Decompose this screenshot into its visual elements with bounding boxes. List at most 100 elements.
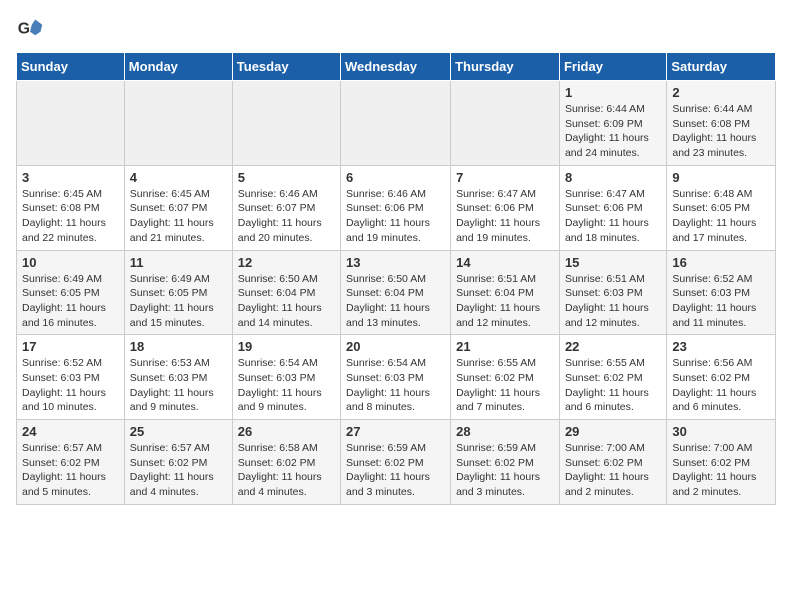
- day-number: 27: [346, 424, 445, 439]
- day-info: Sunrise: 6:52 AM Sunset: 6:03 PM Dayligh…: [672, 272, 770, 331]
- calendar-header-friday: Friday: [559, 53, 666, 81]
- day-number: 28: [456, 424, 554, 439]
- calendar-cell: 19 Sunrise: 6:54 AM Sunset: 6:03 PM Dayli…: [232, 335, 340, 420]
- calendar-cell: 9 Sunrise: 6:48 AM Sunset: 6:05 PM Daylig…: [667, 165, 776, 250]
- calendar-cell: 4 Sunrise: 6:45 AM Sunset: 6:07 PM Daylig…: [124, 165, 232, 250]
- day-info: Sunrise: 6:49 AM Sunset: 6:05 PM Dayligh…: [22, 272, 119, 331]
- logo: G: [16, 16, 48, 44]
- calendar-cell: 13 Sunrise: 6:50 AM Sunset: 6:04 PM Dayli…: [341, 250, 451, 335]
- day-info: Sunrise: 6:44 AM Sunset: 6:09 PM Dayligh…: [565, 102, 661, 161]
- day-info: Sunrise: 6:51 AM Sunset: 6:04 PM Dayligh…: [456, 272, 554, 331]
- day-number: 24: [22, 424, 119, 439]
- calendar-cell: 12 Sunrise: 6:50 AM Sunset: 6:04 PM Dayli…: [232, 250, 340, 335]
- day-info: Sunrise: 6:50 AM Sunset: 6:04 PM Dayligh…: [238, 272, 335, 331]
- day-number: 15: [565, 255, 661, 270]
- calendar-header-saturday: Saturday: [667, 53, 776, 81]
- day-number: 25: [130, 424, 227, 439]
- calendar-cell: 27 Sunrise: 6:59 AM Sunset: 6:02 PM Dayli…: [341, 420, 451, 505]
- calendar-cell: 5Sunrise: 6:46 AM Sunset: 6:07 PM Daylig…: [232, 165, 340, 250]
- logo-icon: G: [16, 16, 44, 44]
- calendar-header-wednesday: Wednesday: [341, 53, 451, 81]
- day-info: Sunrise: 6:49 AM Sunset: 6:05 PM Dayligh…: [130, 272, 227, 331]
- calendar-cell: 3 Sunrise: 6:45 AM Sunset: 6:08 PM Daylig…: [17, 165, 125, 250]
- day-info: Sunrise: 6:55 AM Sunset: 6:02 PM Dayligh…: [456, 356, 554, 415]
- calendar-cell: 20 Sunrise: 6:54 AM Sunset: 6:03 PM Dayli…: [341, 335, 451, 420]
- day-info: Sunrise: 6:57 AM Sunset: 6:02 PM Dayligh…: [130, 441, 227, 500]
- calendar-cell: 11 Sunrise: 6:49 AM Sunset: 6:05 PM Dayli…: [124, 250, 232, 335]
- svg-text:G: G: [18, 21, 30, 38]
- calendar-cell: 10 Sunrise: 6:49 AM Sunset: 6:05 PM Dayli…: [17, 250, 125, 335]
- day-info: Sunrise: 6:54 AM Sunset: 6:03 PM Dayligh…: [238, 356, 335, 415]
- day-info: Sunrise: 6:48 AM Sunset: 6:05 PM Dayligh…: [672, 187, 770, 246]
- calendar-week-row: 10 Sunrise: 6:49 AM Sunset: 6:05 PM Dayli…: [17, 250, 776, 335]
- day-number: 3: [22, 170, 119, 185]
- calendar-header-sunday: Sunday: [17, 53, 125, 81]
- calendar-cell: 14Sunrise: 6:51 AM Sunset: 6:04 PM Dayli…: [451, 250, 560, 335]
- day-info: Sunrise: 7:00 AM Sunset: 6:02 PM Dayligh…: [672, 441, 770, 500]
- day-number: 4: [130, 170, 227, 185]
- day-number: 5: [238, 170, 335, 185]
- calendar-cell: [451, 81, 560, 166]
- day-number: 21: [456, 339, 554, 354]
- day-number: 10: [22, 255, 119, 270]
- day-number: 6: [346, 170, 445, 185]
- day-info: Sunrise: 6:54 AM Sunset: 6:03 PM Dayligh…: [346, 356, 445, 415]
- calendar-table: SundayMondayTuesdayWednesdayThursdayFrid…: [16, 52, 776, 505]
- day-number: 13: [346, 255, 445, 270]
- day-info: Sunrise: 6:47 AM Sunset: 6:06 PM Dayligh…: [565, 187, 661, 246]
- calendar-cell: 22 Sunrise: 6:55 AM Sunset: 6:02 PM Dayli…: [559, 335, 666, 420]
- calendar-cell: 2 Sunrise: 6:44 AM Sunset: 6:08 PM Daylig…: [667, 81, 776, 166]
- day-info: Sunrise: 6:59 AM Sunset: 6:02 PM Dayligh…: [456, 441, 554, 500]
- day-number: 16: [672, 255, 770, 270]
- day-number: 11: [130, 255, 227, 270]
- calendar-cell: 16 Sunrise: 6:52 AM Sunset: 6:03 PM Dayli…: [667, 250, 776, 335]
- calendar-cell: [124, 81, 232, 166]
- day-info: Sunrise: 6:55 AM Sunset: 6:02 PM Dayligh…: [565, 356, 661, 415]
- calendar-header-tuesday: Tuesday: [232, 53, 340, 81]
- calendar-cell: 6 Sunrise: 6:46 AM Sunset: 6:06 PM Daylig…: [341, 165, 451, 250]
- calendar-cell: [17, 81, 125, 166]
- day-number: 23: [672, 339, 770, 354]
- day-info: Sunrise: 6:46 AM Sunset: 6:06 PM Dayligh…: [346, 187, 445, 246]
- calendar-cell: 24 Sunrise: 6:57 AM Sunset: 6:02 PM Dayli…: [17, 420, 125, 505]
- calendar-cell: 8 Sunrise: 6:47 AM Sunset: 6:06 PM Daylig…: [559, 165, 666, 250]
- calendar-header-thursday: Thursday: [451, 53, 560, 81]
- day-number: 18: [130, 339, 227, 354]
- day-number: 7: [456, 170, 554, 185]
- day-number: 17: [22, 339, 119, 354]
- day-number: 22: [565, 339, 661, 354]
- calendar-cell: [341, 81, 451, 166]
- calendar-cell: 29Sunrise: 7:00 AM Sunset: 6:02 PM Dayli…: [559, 420, 666, 505]
- day-info: Sunrise: 6:45 AM Sunset: 6:07 PM Dayligh…: [130, 187, 227, 246]
- day-number: 20: [346, 339, 445, 354]
- day-info: Sunrise: 6:52 AM Sunset: 6:03 PM Dayligh…: [22, 356, 119, 415]
- day-number: 2: [672, 85, 770, 100]
- day-info: Sunrise: 6:57 AM Sunset: 6:02 PM Dayligh…: [22, 441, 119, 500]
- day-info: Sunrise: 6:51 AM Sunset: 6:03 PM Dayligh…: [565, 272, 661, 331]
- calendar-header-monday: Monday: [124, 53, 232, 81]
- calendar-week-row: 1 Sunrise: 6:44 AM Sunset: 6:09 PM Daylig…: [17, 81, 776, 166]
- calendar-week-row: 24 Sunrise: 6:57 AM Sunset: 6:02 PM Dayli…: [17, 420, 776, 505]
- day-number: 8: [565, 170, 661, 185]
- day-info: Sunrise: 6:58 AM Sunset: 6:02 PM Dayligh…: [238, 441, 335, 500]
- day-info: Sunrise: 6:44 AM Sunset: 6:08 PM Dayligh…: [672, 102, 770, 161]
- day-number: 30: [672, 424, 770, 439]
- day-info: Sunrise: 6:50 AM Sunset: 6:04 PM Dayligh…: [346, 272, 445, 331]
- calendar-header-row: SundayMondayTuesdayWednesdayThursdayFrid…: [17, 53, 776, 81]
- calendar-week-row: 3 Sunrise: 6:45 AM Sunset: 6:08 PM Daylig…: [17, 165, 776, 250]
- page-header: G: [16, 16, 776, 44]
- calendar-cell: 1 Sunrise: 6:44 AM Sunset: 6:09 PM Daylig…: [559, 81, 666, 166]
- calendar-cell: 30 Sunrise: 7:00 AM Sunset: 6:02 PM Dayli…: [667, 420, 776, 505]
- day-number: 9: [672, 170, 770, 185]
- day-info: Sunrise: 6:45 AM Sunset: 6:08 PM Dayligh…: [22, 187, 119, 246]
- calendar-cell: 17 Sunrise: 6:52 AM Sunset: 6:03 PM Dayli…: [17, 335, 125, 420]
- day-info: Sunrise: 7:00 AM Sunset: 6:02 PM Dayligh…: [565, 441, 661, 500]
- day-number: 19: [238, 339, 335, 354]
- calendar-cell: [232, 81, 340, 166]
- day-number: 12: [238, 255, 335, 270]
- day-number: 1: [565, 85, 661, 100]
- day-number: 26: [238, 424, 335, 439]
- calendar-cell: 25 Sunrise: 6:57 AM Sunset: 6:02 PM Dayli…: [124, 420, 232, 505]
- day-info: Sunrise: 6:59 AM Sunset: 6:02 PM Dayligh…: [346, 441, 445, 500]
- day-info: Sunrise: 6:56 AM Sunset: 6:02 PM Dayligh…: [672, 356, 770, 415]
